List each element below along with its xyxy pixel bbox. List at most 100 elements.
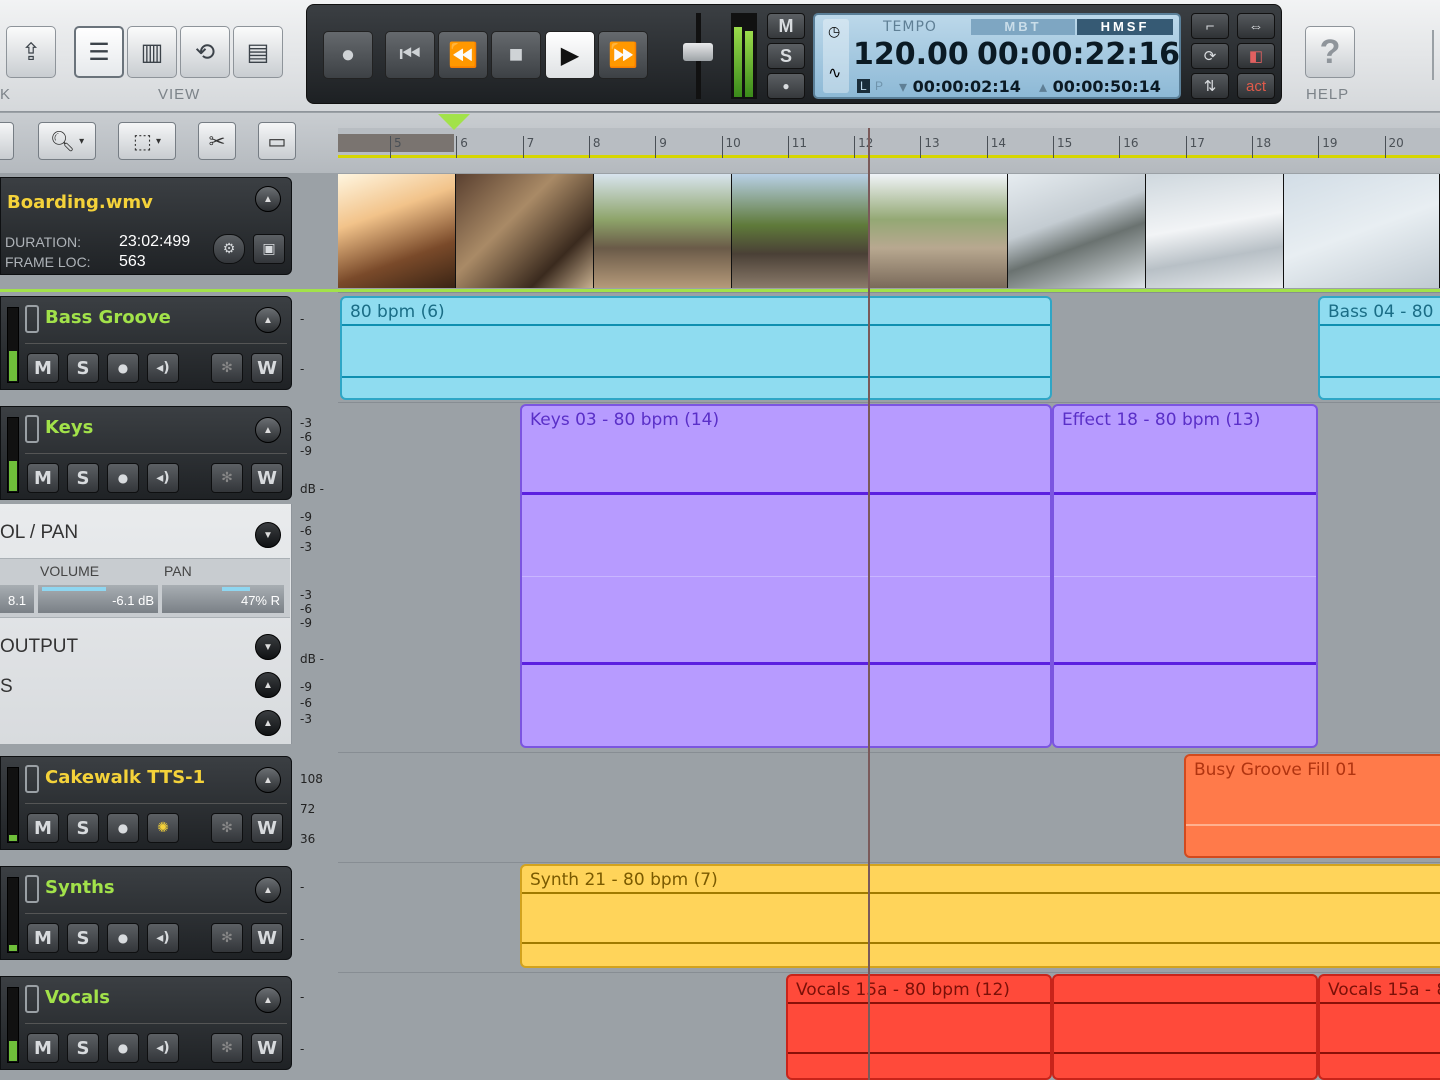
midi-clip[interactable]: Busy Groove Fill 01 (1184, 754, 1440, 858)
go-to-start-button[interactable]: ⏮ (385, 31, 435, 79)
snap-button[interactable]: ⌐ (1191, 13, 1229, 39)
fx-bypass-button[interactable]: ✻ (211, 353, 243, 383)
video-settings-button[interactable]: ⚙ (213, 234, 245, 264)
view-tracks-button[interactable]: ☰ (74, 26, 124, 78)
solo-button[interactable]: S (67, 813, 99, 843)
lcd-mode-icons[interactable]: ◷ ∿ (823, 19, 849, 93)
scroll-button[interactable]: ⇔ (1237, 13, 1275, 39)
audio-clip[interactable]: 80 bpm (6) (340, 296, 1052, 400)
track-menu-button[interactable]: ▲ (255, 307, 281, 333)
track-name[interactable]: Synths (45, 877, 115, 898)
track-folder-icon[interactable] (25, 875, 39, 903)
output-menu-button[interactable]: ▼ (255, 634, 281, 660)
video-file-name[interactable]: Boarding.wmv (7, 192, 153, 213)
now-marker-icon[interactable] (438, 114, 470, 130)
track-menu-button[interactable]: ▲ (255, 877, 281, 903)
select-tool-edge[interactable] (0, 122, 14, 160)
track-name[interactable]: Vocals (45, 987, 110, 1008)
view-console-button[interactable]: ▤ (233, 26, 283, 78)
loop-end-time[interactable]: ▴ 00:00:50:14 (1039, 77, 1161, 96)
write-automation-button[interactable]: W (251, 353, 283, 383)
track-menu-button[interactable]: ▲ (255, 417, 281, 443)
track-name[interactable]: Cakewalk TTS-1 (45, 767, 205, 788)
fx-bypass-button[interactable]: ✻ (211, 463, 243, 493)
punch-indicator[interactable]: P (875, 79, 883, 93)
record-arm-global-button[interactable]: ● (767, 73, 805, 99)
fx-bypass-button[interactable]: ✻ (211, 923, 243, 953)
timeline-ruler[interactable]: 5 6 7 8 9 10 11 12 13 14 15 16 17 18 19 20 (338, 114, 1440, 158)
track-folder-icon[interactable] (25, 415, 39, 443)
track-menu-button[interactable]: ▲ (255, 987, 281, 1013)
solo-button[interactable]: S (67, 463, 99, 493)
loop-start-time[interactable]: ▾ 00:00:02:14 (899, 77, 1021, 96)
play-button[interactable]: ▶ (545, 31, 595, 79)
write-automation-button[interactable]: W (251, 1033, 283, 1063)
record-button[interactable]: ● (323, 31, 373, 79)
audio-clip[interactable]: Vocals 15a - 80 bpm (12) (786, 974, 1052, 1080)
video-thumbnail-strip[interactable] (338, 174, 1440, 288)
solo-override-button[interactable]: S (767, 43, 805, 69)
input-echo-button[interactable]: ⇅ (1191, 73, 1229, 99)
view-pianoroll-button[interactable]: ▥ (127, 26, 177, 78)
auto-button[interactable]: ◧ (1237, 43, 1275, 69)
tempo-value[interactable]: 120.00 (853, 37, 969, 72)
now-time[interactable]: 00:00:22:16 (977, 37, 1180, 72)
audio-clip[interactable]: Effect 18 - 80 bpm (13) (1052, 404, 1318, 748)
loop-button[interactable]: ⟳ (1191, 43, 1229, 69)
zoom-tool[interactable]: 🔍︎ ▾ (38, 122, 96, 160)
vol-pan-menu-button[interactable]: ▼ (255, 522, 281, 548)
act-button[interactable]: act (1237, 73, 1275, 99)
loop-indicator[interactable]: L (857, 79, 870, 93)
fx-bypass-button[interactable]: ✻ (211, 1033, 243, 1063)
write-automation-button[interactable]: W (251, 813, 283, 843)
record-arm-button[interactable]: ● (107, 813, 139, 843)
audio-clip[interactable]: Bass 04 - 80 b (1318, 296, 1440, 400)
stop-button[interactable]: ■ (491, 31, 541, 79)
solo-button[interactable]: S (67, 1033, 99, 1063)
view-loop-button[interactable]: ⟲ (180, 26, 230, 78)
input-echo-button[interactable]: ✺ (147, 813, 179, 843)
track-folder-icon[interactable] (25, 305, 39, 333)
volume-slider[interactable]: -6.1 dB (38, 585, 158, 613)
input-echo-button[interactable]: ◂) (147, 923, 179, 953)
solo-button[interactable]: S (67, 353, 99, 383)
split-tool[interactable]: ✂ (198, 122, 236, 160)
mute-button[interactable]: M (27, 353, 59, 383)
input-echo-button[interactable]: ◂) (147, 1033, 179, 1063)
pan-slider[interactable]: 47% R (162, 585, 284, 613)
fx-bypass-button[interactable]: ✻ (211, 813, 243, 843)
input-echo-button[interactable]: ◂) (147, 353, 179, 383)
metronome-mute-button[interactable]: M (767, 13, 805, 39)
audio-clip[interactable]: Synth 21 - 80 bpm (7) (520, 864, 1440, 968)
track-folder-icon[interactable] (25, 765, 39, 793)
video-menu-button[interactable]: ▲ (255, 186, 281, 212)
fast-forward-button[interactable]: ⏩ (598, 31, 648, 79)
record-arm-button[interactable]: ● (107, 1033, 139, 1063)
mute-button[interactable]: M (27, 463, 59, 493)
track-folder-icon[interactable] (25, 985, 39, 1013)
audio-clip[interactable] (1052, 974, 1318, 1080)
input-echo-button[interactable]: ◂) (147, 463, 179, 493)
solo-button[interactable]: S (67, 923, 99, 953)
track-name[interactable]: Keys (45, 417, 93, 438)
mute-button[interactable]: M (27, 813, 59, 843)
video-window-button[interactable]: ▣ (253, 234, 285, 264)
sends-menu-button[interactable]: ▲ (255, 672, 281, 698)
smart-tool[interactable]: ⬚ ▾ (118, 122, 176, 160)
write-automation-button[interactable]: W (251, 923, 283, 953)
master-volume-slider[interactable] (679, 13, 719, 99)
mute-button[interactable]: M (27, 923, 59, 953)
record-arm-button[interactable]: ● (107, 463, 139, 493)
rewind-button[interactable]: ⏪ (438, 31, 488, 79)
write-automation-button[interactable]: W (251, 463, 283, 493)
hmsf-tab[interactable]: HMSF (1077, 19, 1173, 35)
record-arm-button[interactable]: ● (107, 353, 139, 383)
audio-clip[interactable]: Vocals 15a - 8 (1318, 974, 1440, 1080)
audio-clip[interactable]: Keys 03 - 80 bpm (14) (520, 404, 1052, 748)
volume-left-value[interactable]: 8.1 (0, 585, 34, 613)
sends-add-button[interactable]: ▲ (255, 710, 281, 736)
help-button[interactable]: ? (1305, 26, 1355, 78)
track-menu-button[interactable]: ▲ (255, 767, 281, 793)
export-button[interactable]: ⇪ (6, 26, 56, 78)
mbt-tab[interactable]: MBT (971, 19, 1075, 35)
